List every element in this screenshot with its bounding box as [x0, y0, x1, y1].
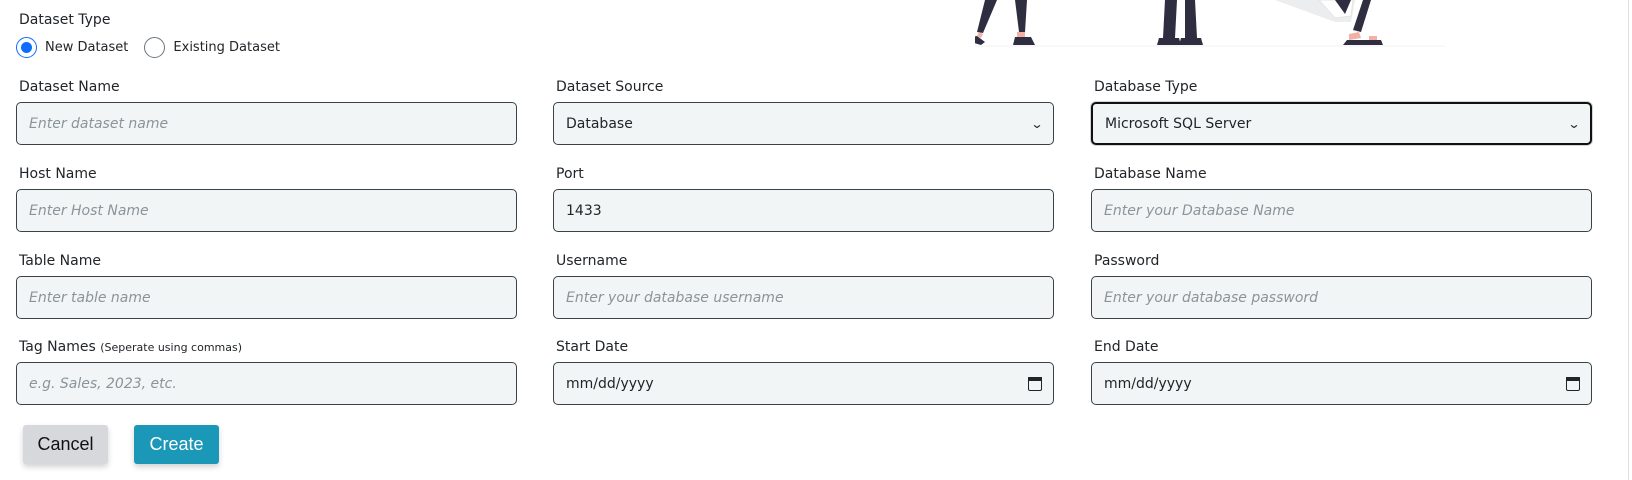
username-input[interactable]: Enter your database username — [553, 276, 1054, 319]
existing-dataset-radio-option[interactable]: Existing Dataset — [144, 37, 280, 58]
new-dataset-radio[interactable] — [16, 37, 37, 58]
host-name-field: Host Name Enter Host Name — [16, 165, 517, 232]
password-field: Password Enter your database password — [1091, 252, 1592, 319]
database-name-field: Database Name Enter your Database Name — [1091, 165, 1592, 232]
dataset-source-select[interactable]: Database ⌄ — [553, 102, 1054, 145]
database-name-placeholder: Enter your Database Name — [1104, 202, 1295, 219]
username-label: Username — [556, 253, 628, 269]
person-middle-legs — [1157, 0, 1203, 45]
calendar-icon[interactable] — [1566, 376, 1580, 391]
host-name-input[interactable]: Enter Host Name — [16, 189, 517, 232]
tag-names-field: Tag Names (Seperate using commas) e.g. S… — [16, 338, 517, 405]
dataset-source-value: Database — [566, 115, 633, 132]
database-name-label: Database Name — [1094, 166, 1207, 182]
panel-divider — [1628, 0, 1629, 480]
tag-names-input[interactable]: e.g. Sales, 2023, etc. — [16, 362, 517, 405]
end-date-field: End Date mm/dd/yyyy — [1091, 338, 1592, 405]
cancel-button[interactable]: Cancel — [23, 425, 108, 464]
create-button[interactable]: Create — [134, 425, 219, 464]
password-input[interactable]: Enter your database password — [1091, 276, 1592, 319]
tag-names-hint: (Seperate using commas) — [100, 341, 243, 354]
host-name-placeholder: Enter Host Name — [29, 202, 149, 219]
table-name-field: Table Name Enter table name — [16, 252, 517, 319]
person-left-legs — [975, 0, 1035, 45]
new-dataset-radio-label: New Dataset — [45, 40, 129, 55]
tag-names-label-row: Tag Names (Seperate using commas) — [19, 338, 517, 360]
chevron-down-icon: ⌄ — [1567, 116, 1581, 131]
existing-dataset-radio[interactable] — [144, 37, 166, 58]
start-date-input[interactable]: mm/dd/yyyy — [553, 362, 1054, 405]
port-input[interactable]: 1433 — [553, 189, 1054, 232]
chevron-down-icon: ⌄ — [1030, 116, 1044, 131]
host-name-label: Host Name — [19, 166, 97, 182]
dataset-source-label: Dataset Source — [556, 79, 664, 95]
dataset-type-radio-group: New Dataset Existing Dataset — [16, 37, 296, 58]
dataset-name-input[interactable]: Enter dataset name — [16, 102, 517, 145]
password-placeholder: Enter your database password — [1104, 289, 1319, 306]
dataset-type-label: Dataset Type — [19, 12, 111, 28]
tag-names-label: Tag Names — [19, 339, 96, 355]
new-dataset-radio-option[interactable]: New Dataset — [16, 37, 128, 58]
database-type-select[interactable]: Microsoft SQL Server ⌄ — [1091, 102, 1592, 145]
database-type-value: Microsoft SQL Server — [1105, 115, 1252, 132]
calendar-icon[interactable] — [1028, 376, 1042, 391]
dataset-name-placeholder: Enter dataset name — [29, 115, 169, 132]
password-label: Password — [1094, 253, 1160, 269]
start-date-value: mm/dd/yyyy — [566, 375, 654, 392]
port-label: Port — [556, 166, 584, 182]
tag-names-placeholder: e.g. Sales, 2023, etc. — [29, 375, 177, 392]
dataset-name-label: Dataset Name — [19, 79, 120, 95]
table-name-label: Table Name — [19, 253, 101, 269]
end-date-label: End Date — [1094, 339, 1159, 355]
dataset-source-field: Dataset Source Database ⌄ — [553, 78, 1054, 145]
database-name-input[interactable]: Enter your Database Name — [1091, 189, 1592, 232]
database-type-field: Database Type Microsoft SQL Server ⌄ — [1091, 78, 1592, 145]
people-illustration — [975, 0, 1445, 47]
person-right-sign — [1275, 0, 1383, 45]
table-name-placeholder: Enter table name — [29, 289, 151, 306]
start-date-label: Start Date — [556, 339, 629, 355]
port-value: 1433 — [566, 202, 602, 219]
end-date-input[interactable]: mm/dd/yyyy — [1091, 362, 1592, 405]
port-field: Port 1433 — [553, 165, 1054, 232]
table-name-input[interactable]: Enter table name — [16, 276, 517, 319]
dataset-name-field: Dataset Name Enter dataset name — [16, 78, 517, 145]
existing-dataset-radio-label: Existing Dataset — [173, 40, 280, 55]
end-date-value: mm/dd/yyyy — [1104, 375, 1192, 392]
username-placeholder: Enter your database username — [566, 289, 784, 306]
username-field: Username Enter your database username — [553, 252, 1054, 319]
start-date-field: Start Date mm/dd/yyyy — [553, 338, 1054, 405]
database-type-label: Database Type — [1094, 79, 1198, 95]
